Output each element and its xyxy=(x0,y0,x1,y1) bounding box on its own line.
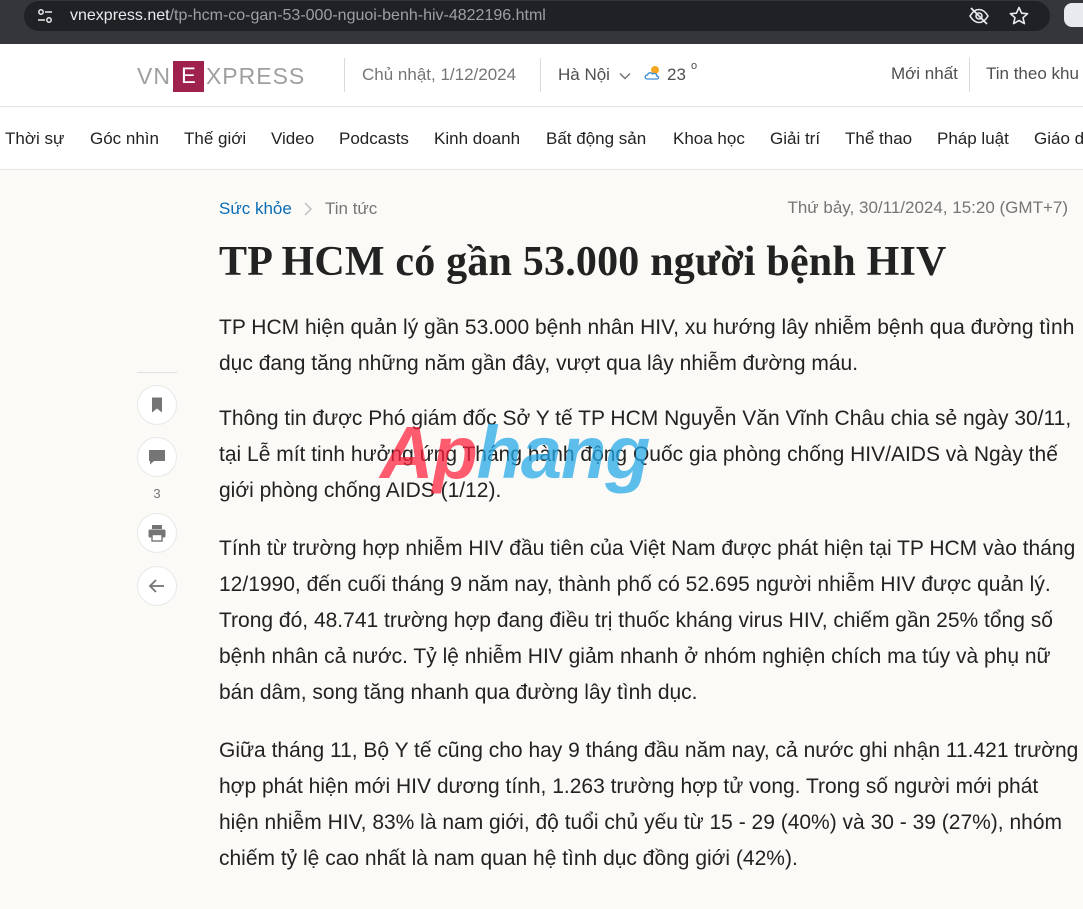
nav-item-phap-luat[interactable]: Pháp luật xyxy=(937,129,1009,149)
article-lead: TP HCM hiện quản lý gần 53.000 bệnh nhân… xyxy=(219,316,1075,375)
logo-text-right: XPRESS xyxy=(205,62,306,89)
bookmark-icon xyxy=(152,397,162,413)
nav-item-giai-tri[interactable]: Giải trí xyxy=(770,129,820,149)
nav-item-khoa-hoc[interactable]: Khoa học xyxy=(673,129,745,149)
arrow-left-icon xyxy=(148,579,164,593)
save-article-button[interactable] xyxy=(137,385,177,425)
tools-divider xyxy=(137,372,177,373)
chevron-down-icon[interactable] xyxy=(618,69,632,83)
printer-icon xyxy=(148,525,166,542)
comment-icon xyxy=(149,450,165,465)
chevron-right-icon xyxy=(304,202,312,216)
category-nav: Thời sự Góc nhìn Thế giới Video Podcasts… xyxy=(0,108,1083,170)
print-button[interactable] xyxy=(137,513,177,553)
weather-cloud-sun-icon xyxy=(644,66,660,80)
logo-e-letter: E xyxy=(181,63,196,88)
local-news-link[interactable]: Tin theo khu vực xyxy=(986,64,1083,84)
article-paragraph: Thông tin được Phó giám đốc Sở Y tế TP H… xyxy=(219,407,1072,502)
browser-toolbar: vnexpress.net/tp-hcm-co-gan-53-000-nguoi… xyxy=(0,0,1083,44)
back-button[interactable] xyxy=(137,566,177,606)
breadcrumb-category[interactable]: Sức khỏe xyxy=(219,199,292,219)
latest-news-link[interactable]: Mới nhất xyxy=(891,64,958,84)
article-title: TP HCM có gần 53.000 người bệnh HIV xyxy=(219,239,947,285)
site-header: VN E XPRESS Chủ nhật, 1/12/2024 Hà Nội 2… xyxy=(0,44,1083,107)
header-divider xyxy=(344,58,345,92)
nav-item-the-thao[interactable]: Thể thao xyxy=(845,129,912,149)
nav-item-kinh-doanh[interactable]: Kinh doanh xyxy=(434,129,520,149)
url-text[interactable]: vnexpress.net/tp-hcm-co-gan-53-000-nguoi… xyxy=(70,7,546,25)
nav-item-thoi-su[interactable]: Thời sự xyxy=(5,129,64,149)
site-info-icon[interactable] xyxy=(36,7,54,25)
nav-item-goc-nhin[interactable]: Góc nhìn xyxy=(90,129,159,149)
nav-item-podcasts[interactable]: Podcasts xyxy=(339,129,409,149)
address-bar[interactable]: vnexpress.net/tp-hcm-co-gan-53-000-nguoi… xyxy=(24,1,1050,31)
logo-text-left: VN xyxy=(137,62,171,89)
nav-item-bat-dong-san[interactable]: Bất động sản xyxy=(546,129,646,149)
eye-off-icon[interactable] xyxy=(968,5,990,27)
published-date: Thứ bảy, 30/11/2024, 15:20 (GMT+7) xyxy=(787,198,1068,217)
header-divider xyxy=(540,58,541,92)
article-paragraph: Giữa tháng 11, Bộ Y tế cũng cho hay 9 th… xyxy=(219,739,1079,870)
breadcrumb-subcategory[interactable]: Tin tức xyxy=(325,199,377,219)
temperature: 23 xyxy=(667,65,686,84)
site-logo[interactable]: VN E XPRESS xyxy=(137,60,305,92)
comment-count: 3 xyxy=(153,486,161,501)
comment-button[interactable] xyxy=(137,437,177,477)
nav-item-the-gioi[interactable]: Thế giới xyxy=(184,129,246,149)
url-path: /tp-hcm-co-gan-53-000-nguoi-benh-hiv-482… xyxy=(169,7,546,24)
city-selector[interactable]: Hà Nội xyxy=(558,65,610,85)
nav-item-giao-duc[interactable]: Giáo dục xyxy=(1034,129,1083,149)
header-divider xyxy=(969,58,970,92)
degree-sign: o xyxy=(691,60,698,72)
header-date: Chủ nhật, 1/12/2024 xyxy=(362,65,517,84)
nav-item-video[interactable]: Video xyxy=(271,129,314,149)
logo-e-mark: E xyxy=(172,60,204,92)
profile-button[interactable] xyxy=(1064,3,1083,27)
url-domain: vnexpress.net xyxy=(70,7,170,24)
bookmark-star-icon[interactable] xyxy=(1008,5,1030,27)
article-paragraph: Tính từ trường hợp nhiễm HIV đầu tiên củ… xyxy=(219,537,1076,704)
